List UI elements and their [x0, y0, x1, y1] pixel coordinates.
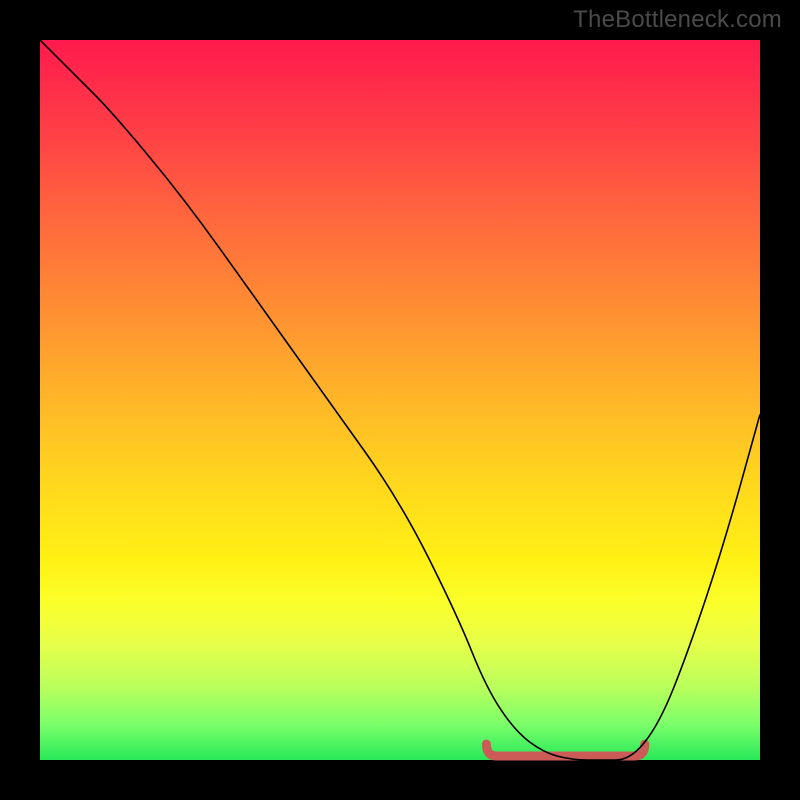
chart-frame: TheBottleneck.com	[0, 0, 800, 800]
watermark-text: TheBottleneck.com	[573, 6, 782, 34]
optimal-range-marker	[486, 744, 644, 756]
bottleneck-curve	[40, 40, 760, 760]
chart-svg	[40, 40, 760, 760]
plot-area	[40, 40, 760, 760]
